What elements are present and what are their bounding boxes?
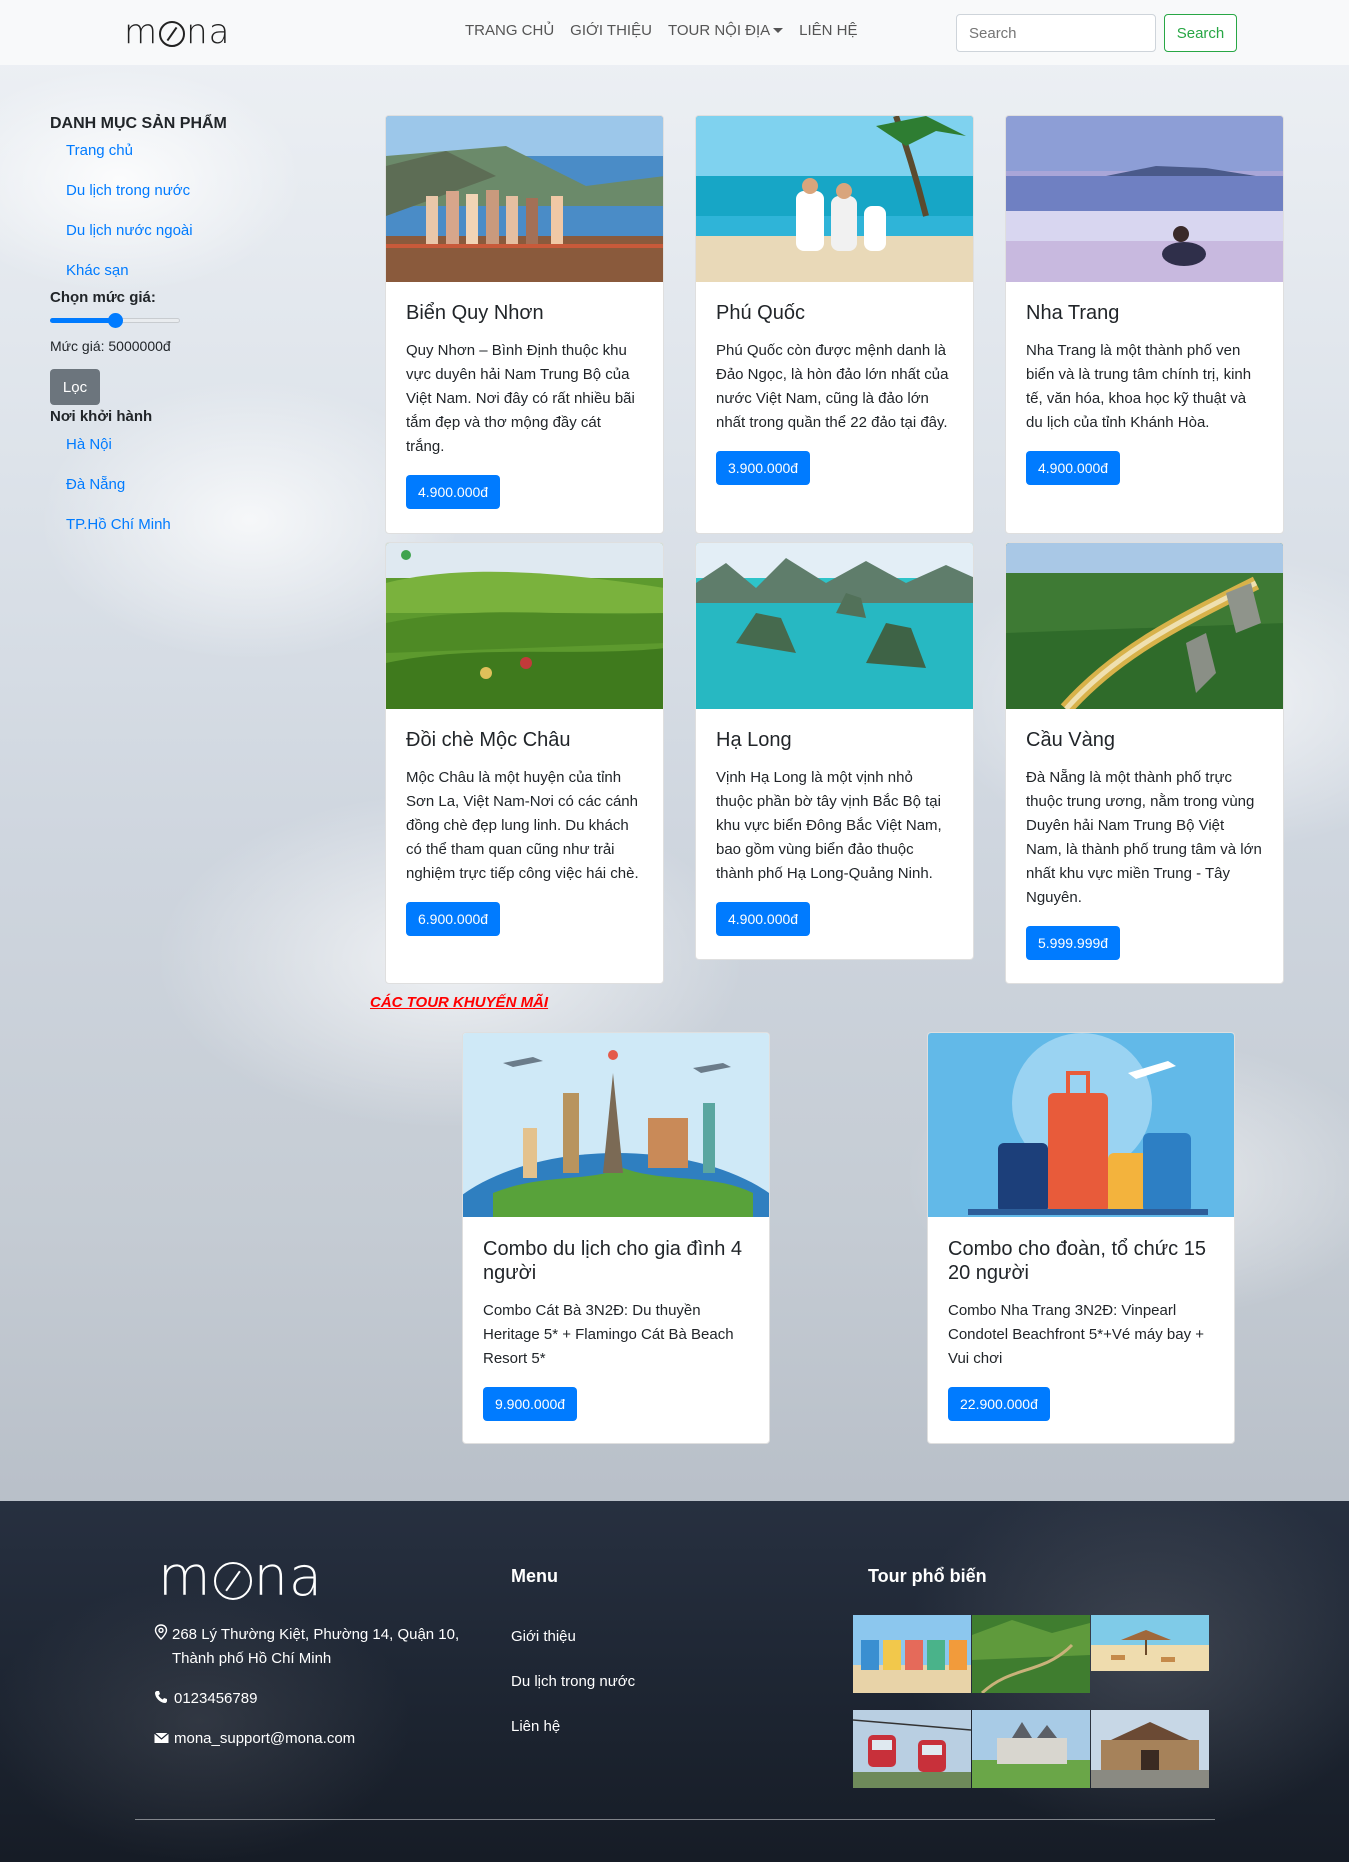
price-value: Mức giá: 5000000đ <box>50 338 171 354</box>
popular-tour-image[interactable] <box>853 1710 971 1788</box>
tour-title[interactable]: Nha Trang <box>1026 302 1263 325</box>
phone-icon <box>154 1687 170 1711</box>
promo-title[interactable]: Combo cho đoàn, tổ chức 15 20 người <box>948 1237 1214 1285</box>
slider-thumb[interactable] <box>107 313 123 328</box>
tour-price-button[interactable]: 3.900.000đ <box>716 451 811 485</box>
price-slider[interactable] <box>50 312 180 328</box>
tour-image-quy-nhon[interactable] <box>386 116 663 282</box>
footer-logo[interactable]: m na <box>158 1545 323 1608</box>
popular-tour-image[interactable] <box>853 1615 971 1693</box>
sidebar: DANH MỤC SẢN PHẨM Trang chủ Du lịch tron… <box>50 115 270 555</box>
departure-hanoi[interactable]: Hà Nội <box>50 435 270 475</box>
footer-address: 268 Lý Thường Kiệt, Phường 14, Quận 10, … <box>154 1623 484 1671</box>
tour-card: Đồi chè Mộc Châu Mộc Châu là một huyện c… <box>385 542 664 984</box>
promo-description: Combo Nha Trang 3N2Đ: Vinpearl Condotel … <box>948 1302 1204 1367</box>
tour-description: Mộc Châu là một huyện của tỉnh Sơn La, V… <box>406 769 639 882</box>
tour-title[interactable]: Đồi chè Mộc Châu <box>406 729 643 752</box>
category-title: DANH MỤC SẢN PHẨM <box>50 115 227 132</box>
promo-price-button[interactable]: 22.900.000đ <box>948 1387 1050 1421</box>
tour-title[interactable]: Phú Quốc <box>716 302 953 325</box>
footer-link-about[interactable]: Giới thiệu <box>511 1628 576 1645</box>
tour-image-ha-long[interactable] <box>696 543 973 709</box>
filter-button[interactable]: Lọc <box>50 369 100 405</box>
category-home[interactable]: Trang chủ <box>50 141 270 181</box>
departure-danang[interactable]: Đà Nẵng <box>50 475 270 515</box>
promo-card: Combo du lịch cho gia đình 4 người Combo… <box>462 1032 770 1444</box>
tour-card: Nha Trang Nha Trang là một thành phố ven… <box>1005 115 1284 534</box>
tour-card: Hạ Long Vịnh Hạ Long là một vịnh nhỏ thu… <box>695 542 974 960</box>
promo-card: Combo cho đoàn, tổ chức 15 20 người Comb… <box>927 1032 1235 1444</box>
search-input[interactable] <box>956 14 1156 52</box>
tour-title[interactable]: Biển Quy Nhơn <box>406 302 643 325</box>
tour-description: Đà Nẵng là một thành phố trực thuộc trun… <box>1026 769 1262 906</box>
footer-phone: 0123456789 <box>154 1687 257 1711</box>
promo-title[interactable]: Combo du lịch cho gia đình 4 người <box>483 1237 749 1285</box>
tour-description: Phú Quốc còn được mệnh danh là Đảo Ngọc,… <box>716 342 949 431</box>
tour-description: Vịnh Hạ Long là một vịnh nhỏ thuộc phần … <box>716 769 942 882</box>
caret-down-icon <box>773 28 784 33</box>
location-pin-icon <box>154 1623 168 1647</box>
nav-domestic-tours[interactable]: TOUR NỘI ĐỊA <box>667 22 784 39</box>
popular-tour-image[interactable] <box>1091 1615 1209 1671</box>
category-domestic[interactable]: Du lịch trong nước <box>50 181 270 221</box>
nav-about[interactable]: GIỚI THIỆU <box>570 22 652 39</box>
footer-link-domestic[interactable]: Du lịch trong nước <box>511 1673 635 1690</box>
brand-logo[interactable]: m na <box>124 12 231 52</box>
promo-section-title[interactable]: CÁC TOUR KHUYẾN MÃI <box>370 994 548 1011</box>
compass-icon <box>159 21 186 47</box>
tour-description: Nha Trang là một thành phố ven biển và l… <box>1026 342 1252 431</box>
tour-price-button[interactable]: 4.900.000đ <box>406 475 501 509</box>
email-text[interactable]: mona_support@mona.com <box>174 1727 355 1751</box>
tour-description: Quy Nhơn – Bình Định thuộc khu vực duyên… <box>406 342 635 455</box>
departure-hcm[interactable]: TP.Hồ Chí Minh <box>50 515 270 555</box>
nav-contact[interactable]: LIÊN HỆ <box>799 22 857 39</box>
popular-tour-image[interactable] <box>1091 1710 1209 1788</box>
footer-email: mona_support@mona.com <box>154 1727 355 1751</box>
footer-popular-title: Tour phổ biến <box>868 1566 987 1586</box>
promo-price-button[interactable]: 9.900.000đ <box>483 1387 578 1421</box>
tour-card: Biển Quy Nhơn Quy Nhơn – Bình Định thuộc… <box>385 115 664 534</box>
footer: m na 268 Lý Thường Kiệt, Phường 14, Quận … <box>0 1501 1349 1862</box>
nav-domestic-tours-label: TOUR NỘI ĐỊA <box>667 22 771 39</box>
tour-image-phu-quoc[interactable] <box>696 116 973 282</box>
main-nav: TRANG CHỦ GIỚI THIỆU TOUR NỘI ĐỊA LIÊN H… <box>465 22 858 39</box>
tour-image-moc-chau[interactable] <box>386 543 663 709</box>
footer-link-contact[interactable]: Liên hệ <box>511 1718 560 1735</box>
tour-image-nha-trang[interactable] <box>1006 116 1283 282</box>
nav-home[interactable]: TRANG CHỦ <box>465 22 554 39</box>
compass-icon <box>213 1561 252 1600</box>
tour-card: Cầu Vàng Đà Nẵng là một thành phố trực t… <box>1005 542 1284 984</box>
footer-divider <box>135 1819 1215 1820</box>
slider-fill <box>50 318 115 323</box>
popular-tour-image[interactable] <box>972 1615 1090 1693</box>
departure-title: Nơi khởi hành <box>50 408 153 425</box>
navbar: m na TRANG CHỦ GIỚI THIỆU TOUR NỘI ĐỊA LI… <box>0 0 1349 65</box>
phone-text[interactable]: 0123456789 <box>174 1687 257 1711</box>
tour-price-button[interactable]: 5.999.999đ <box>1026 926 1121 960</box>
address-text: 268 Lý Thường Kiệt, Phường 14, Quận 10, … <box>172 1626 460 1667</box>
tour-price-button[interactable]: 6.900.000đ <box>406 902 501 936</box>
price-label: Chọn mức giá: <box>50 289 156 306</box>
tour-title[interactable]: Hạ Long <box>716 729 953 752</box>
tour-title[interactable]: Cầu Vàng <box>1026 729 1263 752</box>
tour-card: Phú Quốc Phú Quốc còn được mệnh danh là … <box>695 115 974 534</box>
promo-image-luggage[interactable] <box>928 1033 1234 1217</box>
promo-description: Combo Cát Bà 3N2Đ: Du thuyền Heritage 5*… <box>483 1302 734 1367</box>
popular-tour-image[interactable] <box>972 1710 1090 1788</box>
tour-image-cau-vang[interactable] <box>1006 543 1283 709</box>
category-foreign[interactable]: Du lịch nước ngoài <box>50 221 270 261</box>
envelope-icon <box>154 1727 170 1751</box>
search-button[interactable]: Search <box>1164 14 1237 52</box>
promo-image-world[interactable] <box>463 1033 769 1217</box>
footer-menu-title: Menu <box>511 1566 558 1586</box>
tour-price-button[interactable]: 4.900.000đ <box>716 902 811 936</box>
tour-price-button[interactable]: 4.900.000đ <box>1026 451 1121 485</box>
